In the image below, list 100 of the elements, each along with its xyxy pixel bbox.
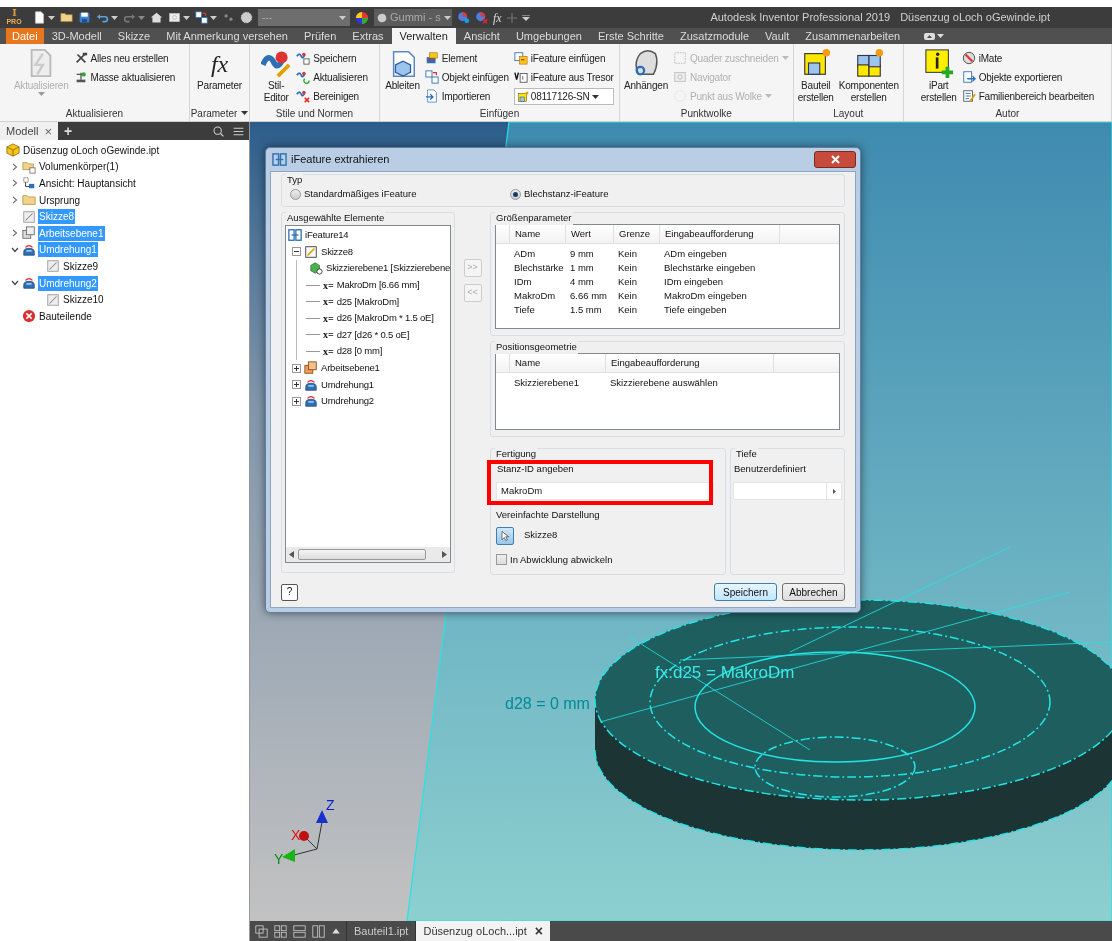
print-button[interactable] (168, 11, 190, 24)
ribbon-tab[interactable]: Erste Schritte (589, 28, 672, 44)
ribbon-button[interactable]: Anhängen (624, 48, 668, 105)
ribbon-tab[interactable]: Verwalten (391, 28, 456, 44)
ribbon-button[interactable]: Element (424, 49, 509, 67)
ribbon-button[interactable]: iPart erstellen (920, 48, 957, 105)
column-header[interactable]: Name (510, 225, 566, 243)
checkbox[interactable] (496, 554, 507, 566)
column-header[interactable]: Eingabeaufforderung (606, 354, 774, 372)
tree-item[interactable]: d28 [0 mm] (336, 344, 383, 359)
ribbon-button[interactable]: Speichern (296, 49, 368, 67)
ribbon-button[interactable]: fx Parameter (197, 48, 242, 105)
folder-icon (22, 193, 36, 208)
dialog-button[interactable]: Abbrechen (782, 583, 845, 601)
close-tab-button[interactable]: × (534, 924, 543, 938)
help-button[interactable]: ? (281, 583, 298, 601)
customize-button[interactable] (521, 14, 530, 21)
adjust-button[interactable] (457, 11, 470, 24)
tree-item[interactable]: d27 [d26 * 0.5 oE] (336, 327, 410, 342)
ribbon-button[interactable]: Bauteil erstellen (797, 48, 834, 105)
ribbon-tab[interactable]: Prüfen (295, 28, 345, 44)
open-button[interactable] (60, 11, 73, 24)
ribbon-button[interactable]: Importieren (424, 87, 509, 105)
radio-button[interactable] (290, 189, 301, 200)
column-header[interactable]: Grenze (614, 225, 660, 243)
tree-item[interactable]: iFeature14 (305, 228, 349, 243)
close-button[interactable]: × (44, 124, 52, 138)
ribbon-button[interactable]: iFeature aus Tresor (513, 68, 614, 86)
layout-button[interactable] (293, 924, 306, 938)
ribbon-button[interactable]: Objekte exportieren (961, 68, 1095, 86)
ribbon-button[interactable]: Stil-Editor (261, 48, 292, 105)
template-dropdown[interactable]: 08117126-SN (513, 88, 614, 105)
expand-icon[interactable] (292, 396, 301, 406)
scrollbar-thumb[interactable] (298, 549, 426, 560)
tree-item[interactable]: d25 [MakroDm] (336, 294, 400, 309)
column-header[interactable]: Eingabeaufforderung (660, 225, 780, 243)
ribbon-tab[interactable]: 3D-Modell (43, 28, 110, 44)
up-arrow-icon (331, 926, 341, 936)
close-button[interactable] (814, 151, 856, 168)
layout-button[interactable] (312, 924, 325, 938)
ribbon-button[interactable]: iFeature einfügen (513, 49, 614, 67)
ribbon-button[interactable]: Masse aktualisieren (73, 68, 176, 86)
column-header[interactable]: Name (510, 354, 606, 372)
appearance-button[interactable] (355, 10, 369, 25)
ribbon-button[interactable]: Aktualisieren (296, 68, 368, 86)
clear-button[interactable] (475, 11, 488, 24)
select-button[interactable] (195, 11, 217, 24)
radio-button[interactable] (510, 189, 521, 200)
formula-button[interactable]: fx (493, 11, 502, 24)
input-field[interactable]: MakroDm (496, 482, 714, 501)
material-button[interactable] (240, 11, 253, 24)
ribbon-tab[interactable]: Vault (757, 28, 798, 44)
dropdown-field[interactable] (733, 482, 842, 501)
new-button[interactable] (33, 11, 55, 24)
expand-icon[interactable] (292, 380, 301, 390)
horizontal-scrollbar[interactable] (286, 547, 450, 562)
tree-item[interactable]: Skizzierebene1 [Skizzierebene (326, 261, 450, 276)
home-button[interactable] (150, 11, 163, 24)
ribbon-tab[interactable]: Zusatzmodule (672, 28, 758, 44)
ribbon-button[interactable]: Ableiten (385, 48, 420, 105)
ribbon-button[interactable]: Komponenten erstellen (838, 48, 899, 105)
dialog-button[interactable]: Speichern (714, 583, 777, 601)
tree-item[interactable]: Skizze10 (62, 292, 105, 308)
ribbon-tab[interactable]: Mit Anmerkung versehen (158, 28, 296, 44)
ribbon-tab[interactable]: Umgebungen (507, 28, 590, 44)
tree-item[interactable]: Bauteilende (38, 308, 93, 324)
layout-button[interactable] (274, 924, 287, 938)
collapse-icon[interactable] (11, 245, 19, 254)
tree-item[interactable]: Arbeitsebene1 (321, 360, 380, 376)
tree-item[interactable]: Skizze8 (321, 244, 353, 259)
ribbon-button[interactable]: Objekt einfügen (424, 68, 509, 86)
tree-item[interactable]: MakroDm [6.66 mm] (336, 277, 420, 293)
tree-item[interactable]: d26 [MakroDm * 1.5 oE] (336, 311, 434, 326)
ribbon-tab[interactable]: Skizze (109, 28, 159, 44)
tabs-menu-button[interactable] (331, 926, 341, 936)
collapse-icon[interactable] (11, 279, 19, 288)
tree-item[interactable]: Volumenkörper(1) (38, 159, 120, 175)
ribbon-button[interactable]: Familienbereich bearbeiten (961, 87, 1095, 105)
save-button[interactable] (78, 11, 91, 24)
ribbon-tab[interactable]: Zusammenarbeiten (797, 28, 909, 44)
column-header[interactable]: Wert (566, 225, 614, 243)
tree-item[interactable]: Ansicht: Hauptansicht (38, 176, 137, 191)
document-tab[interactable]: Düsenzug oLoch...ipt × (416, 921, 550, 941)
tree-item[interactable]: Umdrehung1 (321, 377, 374, 392)
collapse-icon[interactable] (292, 247, 301, 257)
browser-tab[interactable]: Modell × (0, 122, 58, 140)
layout-button[interactable] (255, 924, 268, 938)
properties-button[interactable] (222, 11, 235, 24)
tree-item[interactable]: Skizze9 (62, 258, 99, 274)
table-cell: MakroDm eingeben (664, 289, 747, 301)
ribbon-button[interactable]: iMate (961, 49, 1095, 67)
expand-icon[interactable] (292, 363, 301, 373)
ribbon-button[interactable]: Bereinigen (296, 87, 368, 105)
tree-item[interactable]: Umdrehung2 (321, 394, 374, 409)
ribbon-tab[interactable]: Ansicht (455, 28, 508, 44)
ribbon-button[interactable]: Alles neu erstellen (73, 49, 176, 67)
add-tab-button[interactable]: + (58, 122, 79, 140)
ribbon-tab[interactable]: Extras (344, 28, 392, 44)
tree-item[interactable]: Düsenzug oLoch oGewinde.ipt (22, 142, 161, 158)
tree-item[interactable]: Ursprung (38, 192, 82, 208)
